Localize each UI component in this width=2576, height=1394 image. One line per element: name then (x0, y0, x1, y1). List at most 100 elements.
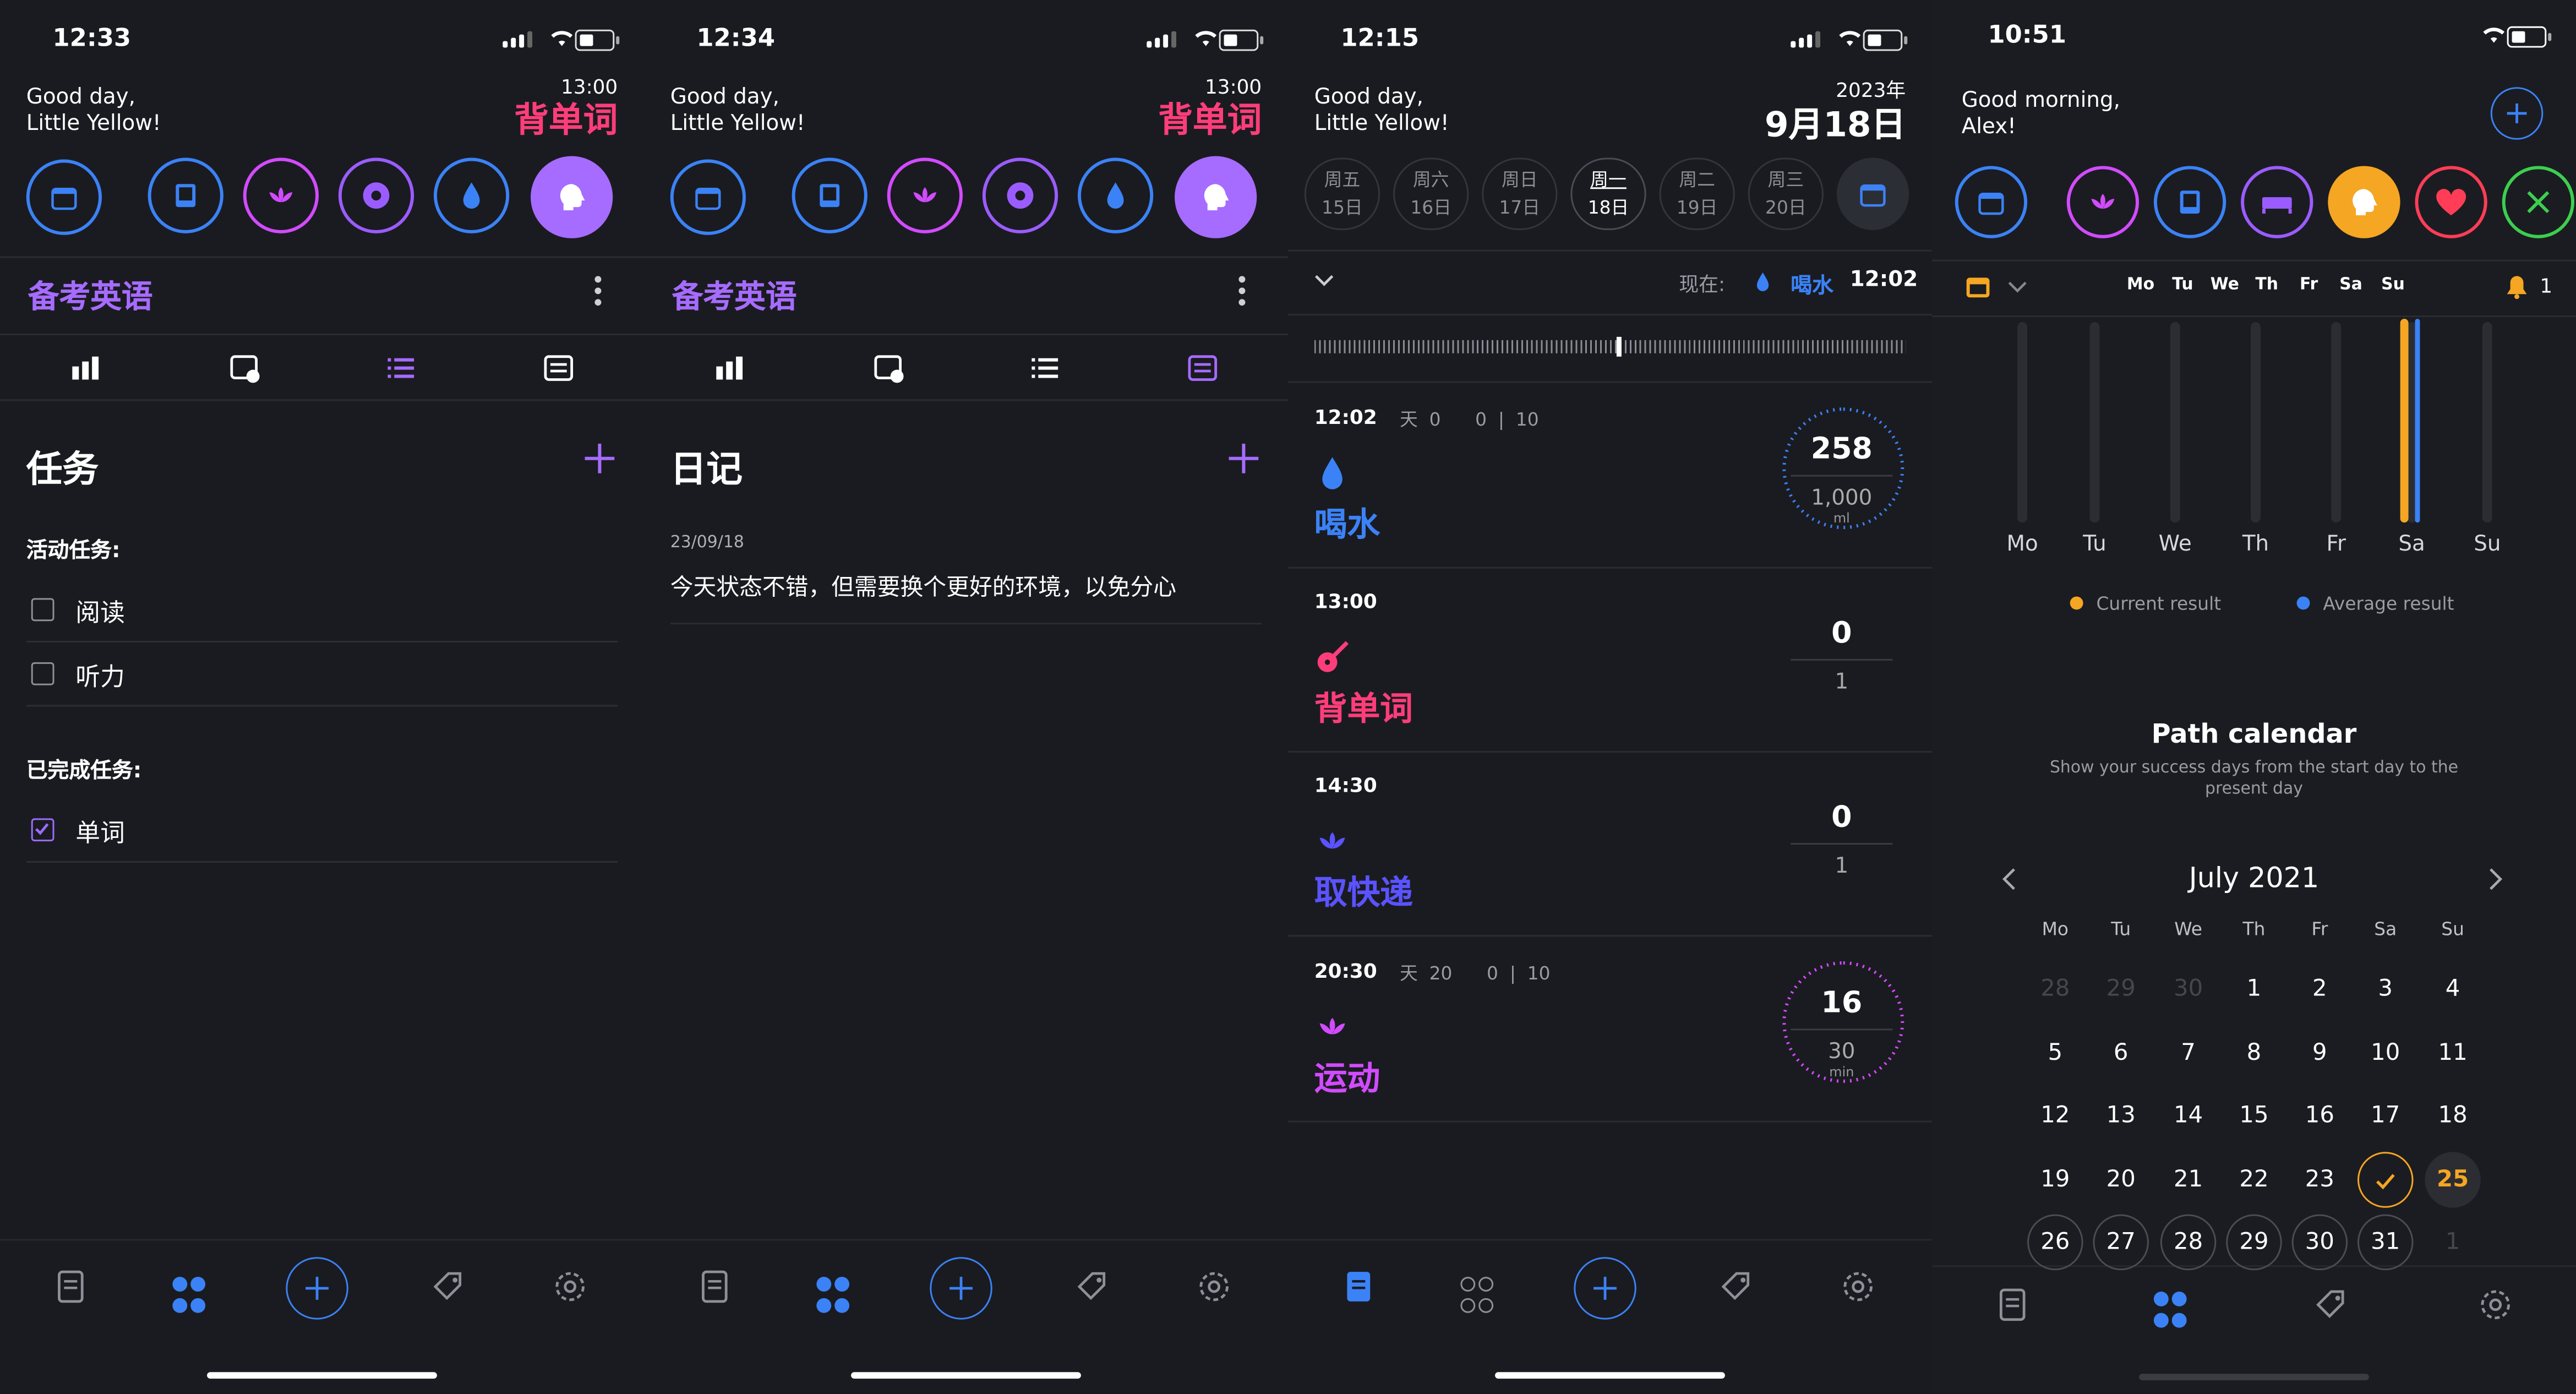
tag-icon[interactable] (1073, 1267, 1112, 1306)
habit-water[interactable] (1077, 157, 1154, 233)
tag-icon[interactable] (2311, 1285, 2351, 1325)
dashboard-icon[interactable] (2153, 1291, 2193, 1331)
calendar-small-icon[interactable] (1965, 274, 1991, 299)
calendar-day[interactable]: 20 (2093, 1151, 2148, 1207)
calendar-day[interactable]: 30 (2160, 961, 2216, 1017)
calendar-button[interactable] (1836, 157, 1909, 230)
calendar-day[interactable]: 29 (2093, 961, 2148, 1017)
calendar-day[interactable]: 28 (2027, 961, 2083, 1017)
calendar-day[interactable]: 25 (2425, 1151, 2481, 1207)
calendar-day[interactable]: 7 (2160, 1025, 2216, 1080)
calendar-day[interactable]: 13 (2093, 1088, 2148, 1143)
task-checkbox[interactable] (31, 662, 54, 685)
week-day[interactable]: 周六 16日 (1393, 157, 1469, 230)
calendar-day[interactable]: 21 (2160, 1151, 2216, 1207)
calendar-day[interactable]: 22 (2226, 1151, 2282, 1207)
add-entry-button[interactable] (1229, 443, 1259, 473)
notes-icon[interactable] (51, 1267, 91, 1306)
add-button[interactable] (286, 1257, 348, 1320)
more-options-icon[interactable] (594, 276, 602, 311)
calendar-day[interactable]: 26 (2027, 1214, 2083, 1271)
week-day[interactable]: 周三 20日 (1748, 157, 1824, 230)
tab-diary-icon[interactable] (1186, 352, 1219, 385)
tab-tasks-icon[interactable] (384, 352, 417, 385)
habit-lotus[interactable] (243, 157, 319, 233)
habit-book[interactable] (2153, 166, 2226, 238)
habit-row[interactable]: 14:30 取快递 0 1 (1287, 751, 1932, 937)
calendar-day[interactable]: 3 (2357, 961, 2413, 1017)
calendar-day[interactable]: 12 (2027, 1088, 2083, 1143)
calendar-day[interactable]: 9 (2292, 1025, 2348, 1080)
dashboard-icon[interactable] (1460, 1277, 1500, 1316)
dashboard-icon[interactable] (172, 1277, 212, 1316)
calendar-button[interactable] (670, 159, 746, 235)
tab-schedule-icon[interactable] (228, 352, 261, 385)
calendar-button[interactable] (1955, 166, 2028, 238)
timeline-scrubber[interactable] (1314, 340, 1906, 353)
habit-health[interactable] (2415, 166, 2487, 238)
chevron-down-icon[interactable] (1314, 274, 1334, 287)
calendar-day[interactable]: 27 (2093, 1214, 2149, 1271)
tab-stats-icon[interactable] (713, 352, 746, 385)
notes-icon[interactable] (1993, 1285, 2032, 1325)
habit-brain[interactable] (531, 156, 613, 238)
calendar-day[interactable]: 11 (2425, 1025, 2480, 1080)
add-habit-button[interactable] (2490, 87, 2544, 140)
week-day[interactable]: 周二 19日 (1659, 157, 1735, 230)
next-habit[interactable]: 13:00 背单词 (1158, 75, 1262, 141)
add-task-button[interactable] (585, 443, 615, 473)
dashboard-icon[interactable] (816, 1277, 856, 1316)
task-checkbox-checked[interactable] (31, 818, 54, 842)
habit-sleep[interactable] (2241, 166, 2313, 238)
add-button[interactable] (930, 1257, 992, 1320)
calendar-day[interactable]: 28 (2160, 1214, 2217, 1271)
calendar-day[interactable]: 2 (2292, 961, 2348, 1017)
habit-brain[interactable] (1175, 156, 1257, 238)
calendar-day[interactable]: 1 (2226, 961, 2282, 1017)
notes-icon[interactable] (695, 1267, 735, 1306)
chevron-down-icon[interactable] (2007, 281, 2027, 294)
calendar-day[interactable]: 10 (2357, 1025, 2413, 1080)
calendar-day-today[interactable] (2357, 1151, 2414, 1207)
habit-water[interactable] (433, 157, 510, 233)
tab-stats-icon[interactable] (69, 352, 102, 385)
calendar-day[interactable]: 1 (2425, 1215, 2480, 1270)
calendar-button[interactable] (26, 159, 102, 235)
habit-flower[interactable] (338, 157, 414, 233)
more-options-icon[interactable] (1238, 276, 1246, 311)
calendar-day[interactable]: 6 (2093, 1025, 2148, 1080)
calendar-day[interactable]: 5 (2027, 1025, 2083, 1080)
settings-gear-icon[interactable] (1194, 1267, 1234, 1306)
habit-lotus[interactable] (2066, 166, 2140, 238)
calendar-day[interactable]: 31 (2357, 1214, 2414, 1271)
calendar-day[interactable]: 18 (2425, 1088, 2480, 1143)
next-month-icon[interactable] (2487, 866, 2504, 892)
diary-entry-text[interactable]: 今天状态不错，但需要换个更好的环境，以免分心 (670, 570, 1270, 603)
week-day[interactable]: 周日 17日 (1482, 157, 1558, 230)
calendar-day[interactable]: 29 (2226, 1214, 2282, 1271)
week-day-selected[interactable]: 周一 18日 (1570, 157, 1646, 230)
calendar-day[interactable]: 4 (2425, 961, 2480, 1017)
bell-icon[interactable] (2506, 274, 2529, 300)
calendar-day[interactable]: 8 (2226, 1025, 2282, 1080)
task-item[interactable]: 阅读 (26, 579, 618, 643)
settings-gear-icon[interactable] (2476, 1285, 2515, 1325)
done-task-item[interactable]: 单词 (26, 799, 618, 863)
next-habit[interactable]: 13:00 背单词 (514, 75, 618, 141)
tab-diary-icon[interactable] (542, 352, 575, 385)
calendar-day[interactable]: 17 (2357, 1088, 2413, 1143)
tab-tasks-icon[interactable] (1028, 352, 1061, 385)
add-button[interactable] (1574, 1257, 1636, 1320)
calendar-day[interactable]: 19 (2027, 1151, 2083, 1207)
settings-gear-icon[interactable] (550, 1267, 590, 1306)
habit-book[interactable] (148, 157, 223, 233)
tag-icon[interactable] (1717, 1267, 1756, 1306)
habit-flower[interactable] (982, 157, 1058, 233)
habit-lotus[interactable] (887, 157, 963, 233)
calendar-day[interactable]: 23 (2292, 1151, 2348, 1207)
tab-schedule-icon[interactable] (872, 352, 905, 385)
calendar-day[interactable]: 16 (2292, 1088, 2348, 1143)
notes-icon[interactable] (1339, 1267, 1379, 1306)
task-item[interactable]: 听力 (26, 642, 618, 707)
task-checkbox[interactable] (31, 598, 54, 622)
